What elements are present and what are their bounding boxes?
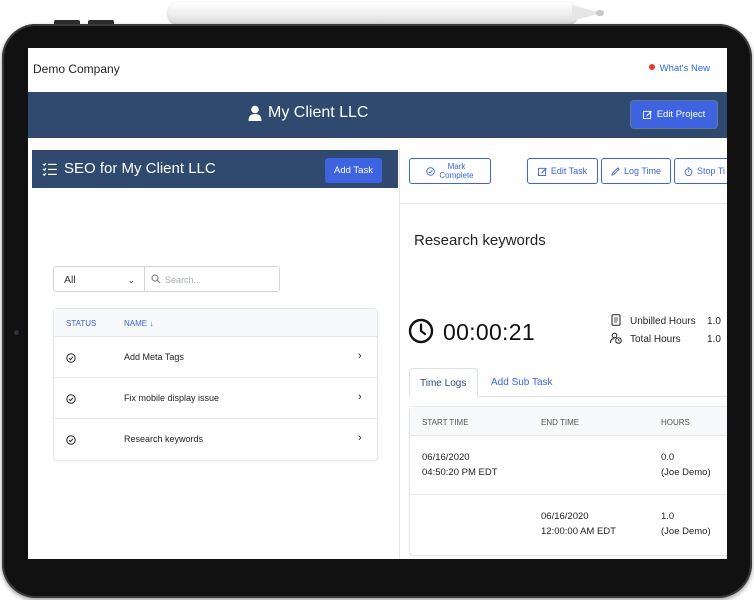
end-time-cell: 06/16/2020 12:00:00 AM EDT: [541, 509, 616, 539]
task-name: Research keywords: [124, 434, 204, 444]
time-log-table: START TIME END TIME HOURS 06/16/2020 04:…: [409, 406, 727, 556]
stop-timer-label: Stop Ti: [697, 166, 726, 176]
task-table: STATUS NAME ↓ Add Meta Tags › Fix mobile…: [53, 308, 378, 461]
pencil-icon: [611, 166, 620, 176]
status-filter-select[interactable]: All ⌄: [53, 266, 145, 292]
chevron-right-icon: ›: [358, 350, 362, 362]
name-column-header[interactable]: NAME ↓: [124, 319, 153, 328]
start-time: 04:50:20 PM EDT: [422, 467, 498, 478]
hours-column-header: HOURS: [661, 418, 690, 427]
unbilled-hours-label: Unbilled Hours: [630, 316, 696, 327]
log-time-label: Log Time: [623, 166, 662, 176]
company-name: Demo Company: [33, 62, 120, 76]
hours-value: 1.0: [661, 511, 675, 522]
table-row[interactable]: Research keywords ›: [54, 419, 377, 460]
edit-project-button[interactable]: Edit Project: [631, 101, 717, 128]
task-list-title: SEO for My Client LLC: [42, 160, 216, 177]
whats-new-label: What's New: [659, 63, 710, 74]
mark-complete-line1: Mark: [447, 162, 466, 171]
total-hours-label: Total Hours: [630, 334, 681, 345]
detail-tabs: Time Logs Add Sub Task: [409, 368, 727, 397]
table-row[interactable]: Add Meta Tags ›: [54, 337, 377, 378]
user-icon: [248, 105, 262, 121]
edit-task-label: Edit Task: [550, 166, 588, 176]
pencil-nib: [596, 10, 604, 16]
edit-task-button[interactable]: Edit Task: [527, 158, 598, 184]
edit-icon: [537, 167, 547, 176]
time-log-header: START TIME END TIME HOURS: [410, 407, 727, 436]
task-name: Add Meta Tags: [124, 352, 184, 362]
invoice-icon: [611, 314, 621, 326]
project-title-text: My Client LLC: [268, 104, 369, 121]
chevron-down-icon: ⌄: [127, 275, 135, 285]
end-date: 06/16/2020: [541, 511, 589, 522]
check-circle-icon[interactable]: [66, 435, 76, 445]
log-user: (Joe Demo): [661, 526, 711, 537]
hours-cell: 1.0 (Joe Demo): [661, 509, 711, 539]
stop-timer-button[interactable]: Stop Ti: [674, 158, 727, 184]
edit-project-label: Edit Project: [656, 109, 706, 120]
mark-complete-label: Mark Complete: [439, 162, 473, 180]
top-bar: Demo Company What's New: [28, 48, 727, 92]
hours-value: 0.0: [661, 452, 675, 463]
unbilled-hours-value: 1.0: [707, 316, 721, 327]
status-filter-value: All: [64, 274, 76, 286]
end-time-column-header: END TIME: [541, 418, 580, 427]
start-date: 06/16/2020: [422, 452, 470, 463]
front-camera: [14, 330, 19, 335]
project-header: My Client LLC Edit Project: [28, 92, 727, 138]
user-clock-icon: [610, 332, 622, 344]
task-toolbar: Mark Complete Edit Task Log Time Stop Ti: [400, 138, 727, 204]
task-list-title-text: SEO for My Client LLC: [64, 160, 216, 177]
hours-cell: 0.0 (Joe Demo): [661, 450, 711, 480]
check-circle-icon[interactable]: [66, 394, 76, 404]
end-time: 12:00:00 AM EDT: [541, 526, 616, 537]
start-time-column-header: START TIME: [422, 418, 469, 427]
stopwatch-icon: [684, 166, 693, 176]
chevron-right-icon: ›: [358, 391, 362, 403]
task-list-icon: [42, 162, 57, 176]
mark-complete-line2: Complete: [439, 171, 474, 180]
task-list-header: SEO for My Client LLC Add Task: [32, 150, 398, 188]
task-table-header: STATUS NAME ↓: [54, 309, 377, 337]
log-time-button[interactable]: Log Time: [601, 158, 671, 184]
task-detail-panel: Mark Complete Edit Task Log Time Stop Ti…: [400, 138, 727, 559]
pencil-square-icon: [642, 110, 652, 119]
app-screen: Demo Company What's New My Client LLC Ed…: [28, 48, 727, 559]
chevron-right-icon: ›: [358, 432, 362, 444]
tab-time-logs[interactable]: Time Logs: [409, 368, 478, 397]
tab-add-sub-task[interactable]: Add Sub Task: [481, 368, 563, 397]
volume-button: [88, 20, 114, 24]
log-user: (Joe Demo): [661, 467, 711, 478]
apple-pencil: [168, 2, 608, 24]
task-name: Fix mobile display issue: [124, 393, 220, 403]
clock-icon: [408, 318, 434, 344]
search-input[interactable]: Search...: [144, 266, 280, 292]
whats-new-link[interactable]: What's New: [648, 63, 710, 74]
pencil-body: [168, 2, 578, 24]
project-title: My Client LLC: [248, 104, 368, 122]
task-detail-title: Research keywords: [414, 232, 546, 249]
volume-button: [54, 20, 80, 24]
search-icon: [151, 274, 161, 284]
task-list-panel: SEO for My Client LLC Add Task All ⌄ Sea…: [28, 138, 399, 559]
search-placeholder: Search...: [165, 275, 202, 285]
table-row[interactable]: Fix mobile display issue ›: [54, 378, 377, 419]
notification-dot-icon: [648, 64, 655, 70]
table-row[interactable]: 06/16/2020 12:00:00 AM EDT 1.0 (Joe Demo…: [410, 495, 727, 554]
timer-display: 00:00:21: [443, 319, 535, 345]
table-row[interactable]: 06/16/2020 04:50:20 PM EDT 0.0 (Joe Demo…: [410, 436, 727, 495]
check-circle-icon: [426, 166, 436, 176]
start-time-cell: 06/16/2020 04:50:20 PM EDT: [422, 450, 498, 480]
check-circle-icon[interactable]: [66, 353, 76, 363]
mark-complete-button[interactable]: Mark Complete: [409, 158, 491, 184]
total-hours-value: 1.0: [707, 334, 721, 345]
add-task-button[interactable]: Add Task: [325, 158, 382, 183]
status-column-header[interactable]: STATUS: [66, 319, 96, 328]
